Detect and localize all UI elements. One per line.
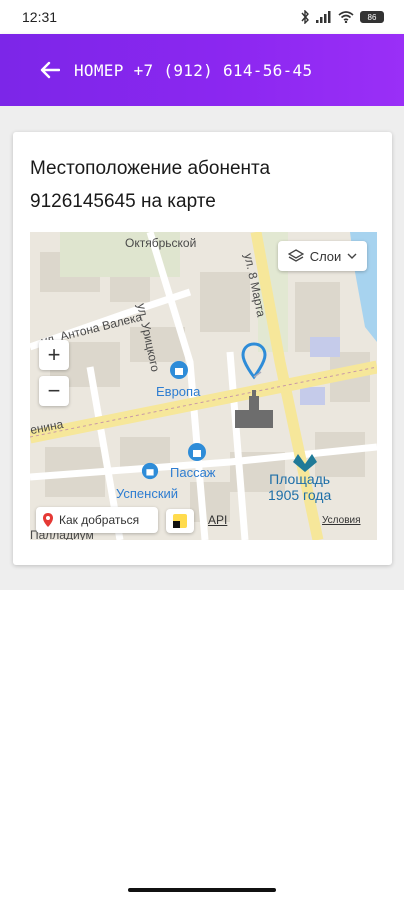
shopping-bag-icon (141, 462, 159, 480)
status-time: 12:31 (22, 9, 58, 25)
map-pin-red-icon (43, 513, 53, 527)
chevron-down-icon (347, 253, 357, 259)
zoom-out-button[interactable]: − (39, 376, 69, 406)
street-label: Октябрьской (125, 236, 197, 250)
back-button[interactable] (36, 56, 64, 84)
zoom-in-button[interactable]: + (39, 340, 69, 370)
api-link[interactable]: API (208, 513, 227, 527)
app-bar-title: НОМЕР +7 (912) 614-56-45 (74, 60, 313, 80)
signal-icon (316, 11, 331, 23)
bluetooth-icon (301, 10, 309, 24)
app-bar: НОМЕР +7 (912) 614-56-45 (0, 34, 404, 106)
arrow-left-icon (40, 61, 60, 79)
yandex-icon (173, 514, 187, 528)
terms-link[interactable]: Условия (322, 515, 361, 526)
layers-label: Слои (309, 248, 342, 264)
wifi-icon (338, 11, 354, 23)
battery-icon: 86 (360, 11, 384, 23)
route-label: Как добраться (59, 513, 140, 527)
location-card: Местоположение абонента 9126145645 на ка… (13, 132, 392, 565)
route-button[interactable]: Как добраться (36, 507, 158, 533)
shopping-bag-icon (170, 361, 188, 379)
layers-icon (287, 249, 304, 262)
location-pin-icon[interactable] (241, 342, 267, 380)
poi-label: Пассаж (170, 465, 216, 480)
map-layers-button[interactable]: Слои (278, 241, 367, 271)
poi-label: Успенский (116, 486, 179, 501)
shopping-bag-icon (188, 443, 206, 461)
map-view[interactable]: Октябрьской ул. Антона Валека ул. Урицко… (30, 232, 377, 540)
metro-station-label: Площадь 1905 года (268, 471, 332, 503)
status-icons: 86 (300, 10, 384, 24)
home-indicator[interactable] (128, 888, 276, 892)
battery-level: 86 (367, 12, 377, 22)
status-bar: 12:31 86 (0, 0, 404, 34)
poi-label: Европа (156, 384, 201, 399)
yandex-logo[interactable] (166, 509, 194, 533)
card-title: Местоположение абонента 9126145645 на ка… (30, 158, 271, 212)
